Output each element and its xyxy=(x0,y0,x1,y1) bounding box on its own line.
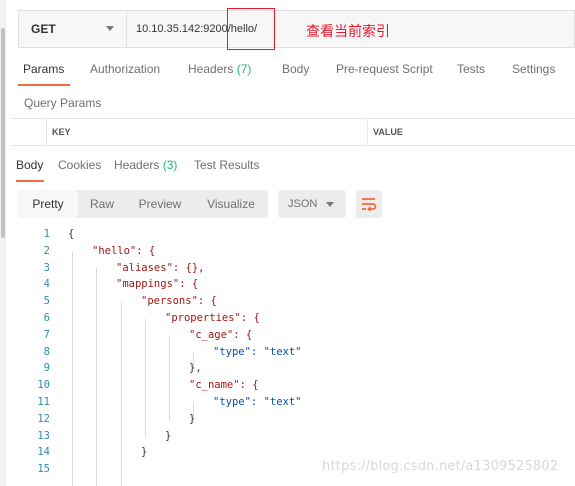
view-mode-toolbar: Pretty Raw Preview Visualize xyxy=(18,190,268,218)
tab-authorization[interactable]: Authorization xyxy=(90,62,160,76)
code-line: 2 "hello": { xyxy=(12,243,575,260)
active-tab-indicator xyxy=(18,84,70,86)
response-tabs: Body Cookies Headers (3) Test Results xyxy=(16,156,575,182)
line-number: 14 xyxy=(37,446,50,459)
line-number: 7 xyxy=(43,328,50,341)
request-bar: GET 10.10.35.142:9200/hello/ xyxy=(18,10,575,48)
query-params-table: KEY VALUE xyxy=(10,118,575,146)
format-label: JSON xyxy=(288,198,318,210)
code-line: 5 "persons": { xyxy=(12,293,575,310)
tab-test-results[interactable]: Test Results xyxy=(194,158,259,172)
active-tab-indicator xyxy=(16,180,44,182)
code-text: "aliases": {}, xyxy=(116,261,205,274)
line-number: 13 xyxy=(37,429,50,442)
tab-cookies[interactable]: Cookies xyxy=(58,158,101,172)
code-line: 11 "type": "text" xyxy=(12,394,575,411)
column-divider xyxy=(46,119,47,145)
format-select[interactable]: JSON xyxy=(278,190,346,218)
line-number: 1 xyxy=(43,228,50,240)
tab-label: Test Results xyxy=(194,158,260,172)
code-text: } xyxy=(141,446,148,459)
tab-label: Authorization xyxy=(90,62,161,76)
code-text: "type": "text" xyxy=(213,345,302,358)
response-body-viewer[interactable]: 1{ 2 "hello": { 3 "aliases": {}, 4 "mapping… xyxy=(12,226,575,486)
highlight-box xyxy=(227,8,275,50)
code-text: "c_name": { xyxy=(189,379,259,392)
code-line: 1{ xyxy=(12,226,575,243)
tab-label: Tests xyxy=(457,62,486,76)
tab-label: Body xyxy=(282,62,310,76)
code-text: "c_age": { xyxy=(189,328,253,341)
code-line: 8 "type": "text" xyxy=(12,344,575,361)
chevron-down-icon xyxy=(106,26,114,31)
line-number: 15 xyxy=(37,463,50,476)
code-line: 6 "properties": { xyxy=(12,310,575,327)
tab-tests[interactable]: Tests xyxy=(457,62,485,76)
key-column-header: KEY xyxy=(52,127,71,137)
code-text: }, xyxy=(189,362,202,375)
code-text: "properties": { xyxy=(165,311,260,324)
value-column-header: VALUE xyxy=(373,127,403,137)
request-tabs: Params Authorization Headers (7) Body Pr… xyxy=(18,62,575,86)
tab-label: Cookies xyxy=(58,158,102,172)
code-line: 10 "c_name": { xyxy=(12,377,575,394)
line-number: 3 xyxy=(43,261,50,274)
method-select[interactable]: GET xyxy=(19,11,127,47)
tab-label: Pre-request Script xyxy=(336,62,433,76)
tab-pre-request-script[interactable]: Pre-request Script xyxy=(336,62,433,76)
tab-settings[interactable]: Settings xyxy=(512,62,555,76)
line-number: 4 xyxy=(43,278,50,291)
code-text: "hello": { xyxy=(92,244,156,257)
tab-response-body[interactable]: Body xyxy=(16,158,43,172)
code-text: "type": "text" xyxy=(213,395,302,408)
method-label: GET xyxy=(31,22,56,36)
code-line: 13} xyxy=(12,428,575,445)
wrap-lines-button[interactable] xyxy=(356,190,382,218)
tab-label: Headers xyxy=(188,62,234,76)
line-number: 6 xyxy=(43,311,50,324)
line-number: 12 xyxy=(37,412,50,425)
line-number: 9 xyxy=(43,362,50,375)
code-text: { xyxy=(68,228,75,240)
column-divider xyxy=(367,119,368,145)
raw-button[interactable]: Raw xyxy=(80,190,124,218)
code-line: 9}, xyxy=(12,360,575,377)
code-text: } xyxy=(165,429,172,442)
watermark: https://blog.csdn.net/a1309525802 xyxy=(322,459,559,474)
headers-count: (7) xyxy=(236,62,252,76)
tab-body[interactable]: Body xyxy=(282,62,309,76)
query-params-title: Query Params xyxy=(24,96,102,110)
headers-count: (3) xyxy=(162,158,178,172)
code-line: 3 "aliases": {}, xyxy=(12,260,575,277)
line-number: 8 xyxy=(43,345,50,358)
line-number: 11 xyxy=(37,395,50,408)
left-scrollbar-thumb[interactable] xyxy=(1,28,5,238)
chevron-down-icon xyxy=(326,202,334,207)
line-number: 10 xyxy=(37,379,50,392)
code-line: 7 "c_age": { xyxy=(12,327,575,344)
tab-label: Settings xyxy=(512,62,556,76)
tab-headers[interactable]: Headers (7) xyxy=(188,62,251,76)
pretty-button[interactable]: Pretty xyxy=(18,190,78,218)
code-text: "persons": { xyxy=(141,295,217,308)
tab-label: Params xyxy=(23,62,65,76)
tab-params[interactable]: Params xyxy=(23,62,64,76)
code-text: } xyxy=(189,412,196,425)
tab-response-headers[interactable]: Headers (3) xyxy=(114,158,177,172)
visualize-button[interactable]: Visualize xyxy=(198,190,264,218)
code-text: "mappings": { xyxy=(116,278,199,291)
tab-label: Body xyxy=(16,158,44,172)
preview-button[interactable]: Preview xyxy=(130,190,190,218)
left-scrollbar[interactable] xyxy=(0,0,6,486)
line-number: 5 xyxy=(43,295,50,308)
annotation-text: 查看当前索引 xyxy=(306,24,390,40)
tab-label: Headers xyxy=(114,158,160,172)
wrap-lines-icon xyxy=(362,198,377,211)
code-line: 12} xyxy=(12,411,575,428)
code-line: 4 "mappings": { xyxy=(12,276,575,293)
line-number: 2 xyxy=(43,244,50,257)
